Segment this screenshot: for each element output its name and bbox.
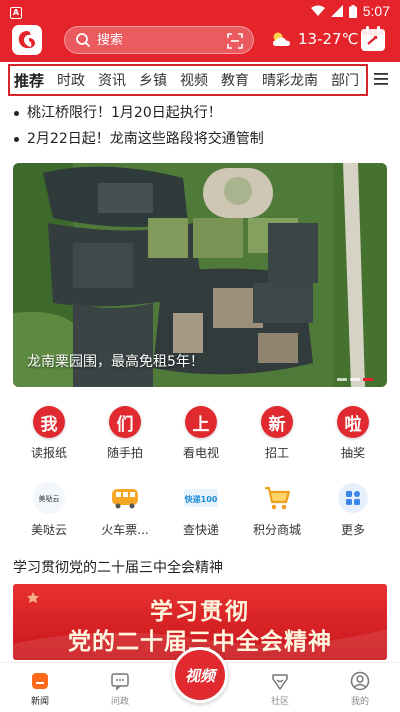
notification-badge: A [10, 7, 22, 19]
more-apps-icon [336, 481, 370, 515]
la-glyph-icon: 啦 [337, 406, 369, 438]
meidayun-logo-text: 美哒云 [39, 494, 60, 503]
search-icon [76, 33, 91, 48]
app-header: A 5:07 13-27℃ [0, 0, 400, 62]
menu-icon[interactable] [374, 72, 388, 86]
battery-icon [348, 4, 357, 18]
tab-video[interactable]: 视频 [180, 70, 208, 90]
men-glyph-icon: 们 [109, 406, 141, 438]
carousel-indicator [337, 378, 373, 381]
meidayun-logo-icon: 美哒云 [32, 481, 66, 515]
quick-express[interactable]: 快递100 查快递 [163, 481, 239, 544]
bullet-icon [14, 137, 19, 142]
headline-item[interactable]: 桃江桥限行！1月20日起执行！ [12, 104, 392, 130]
status-time: 5:07 [362, 3, 390, 19]
bullet-icon [14, 111, 19, 116]
quick-recruitment[interactable]: 新招工 [239, 406, 315, 469]
wenzheng-icon [111, 673, 129, 691]
carousel-dot [350, 378, 360, 381]
channel-tabs-box: 推荐 时政 资讯 乡镇 视频 教育 晴彩龙南 部门 [8, 64, 368, 96]
quick-label: 招工 [264, 446, 289, 460]
banner-carousel[interactable]: 龙南栗园围，最高免租5年！ [13, 163, 387, 387]
signal-icon [330, 5, 343, 17]
headline-text: 桃江桥限行！1月20日起执行！ [27, 105, 222, 121]
tab-recommend[interactable]: 推荐 [14, 70, 44, 94]
headline-text: 2月22日起！龙南这些路段将交通管制 [27, 131, 264, 147]
tab-education[interactable]: 教育 [221, 70, 249, 90]
wo-glyph-icon: 我 [33, 406, 65, 438]
bottom-navigation: 新闻 问政 视频 社区 我的 [0, 647, 400, 712]
quick-watch-tv[interactable]: 上看电视 [163, 406, 239, 469]
news-icon [32, 673, 48, 689]
nav-community[interactable]: 社区 [250, 671, 310, 707]
nav-video-button[interactable]: 视频 [172, 647, 228, 703]
quick-meidayun[interactable]: 美哒云 美哒云 [11, 481, 87, 544]
promo-line-1: 学习贯彻 [150, 599, 250, 625]
weather-temperature: 13-27℃ [298, 30, 359, 48]
quick-points-mall[interactable]: 积分商城 [239, 481, 315, 544]
quick-access-grid: 我读报纸 们随手拍 上看电视 新招工 啦抽奖 美哒云 美哒云 火车票... 快递… [11, 406, 391, 544]
quick-train-tickets[interactable]: 火车票... [87, 481, 163, 544]
scan-icon[interactable] [227, 33, 243, 49]
app-logo[interactable] [12, 25, 42, 55]
xin-glyph-icon: 新 [261, 406, 293, 438]
search-input[interactable] [97, 32, 217, 48]
quick-more[interactable]: 更多 [315, 481, 391, 544]
carousel-dot [337, 378, 347, 381]
quick-label: 看电视 [182, 446, 219, 460]
quick-label: 随手拍 [106, 446, 143, 460]
nav-news[interactable]: 新闻 [10, 671, 70, 707]
calendar-icon[interactable] [360, 26, 386, 52]
quick-label: 更多 [340, 523, 365, 537]
nav-label: 问政 [110, 697, 129, 707]
tab-politics[interactable]: 时政 [57, 70, 85, 90]
shang-glyph-icon: 上 [185, 406, 217, 438]
carousel-dot-active [363, 378, 373, 381]
channel-tabs: 推荐 时政 资讯 乡镇 视频 教育 晴彩龙南 部门 [0, 62, 400, 100]
search-bar[interactable] [64, 26, 254, 54]
tab-news[interactable]: 资讯 [98, 70, 126, 90]
status-bar: A 5:07 [0, 0, 400, 22]
headline-list: 桃江桥限行！1月20日起执行！ 2月22日起！龙南这些路段将交通管制 [12, 104, 392, 156]
wifi-icon [310, 5, 325, 16]
headline-item[interactable]: 2月22日起！龙南这些路段将交通管制 [12, 130, 392, 156]
tab-towns[interactable]: 乡镇 [139, 70, 167, 90]
quick-label: 火车票... [101, 523, 149, 537]
nav-label: 社区 [270, 697, 289, 707]
train-icon [108, 481, 142, 515]
shopping-cart-icon [260, 481, 294, 515]
quick-read-newspaper[interactable]: 我读报纸 [11, 406, 87, 469]
quick-label: 积分商城 [252, 523, 301, 537]
tab-qingcai-longnan[interactable]: 晴彩龙南 [262, 70, 318, 90]
nav-label: 新闻 [30, 697, 49, 707]
partly-cloudy-icon [273, 32, 290, 46]
app-logo-icon [18, 31, 35, 49]
quick-label: 美哒云 [30, 523, 67, 537]
nav-mine[interactable]: 我的 [330, 671, 390, 707]
express-logo-icon: 快递100 [184, 481, 218, 515]
tab-departments[interactable]: 部门 [331, 70, 359, 90]
weather-widget[interactable]: 13-27℃ [270, 30, 358, 48]
nav-label: 我的 [350, 697, 369, 707]
community-icon [272, 674, 288, 690]
profile-icon [350, 671, 370, 691]
quick-snapshot[interactable]: 们随手拍 [87, 406, 163, 469]
quick-label: 抽奖 [340, 446, 365, 460]
quick-label: 查快递 [182, 523, 219, 537]
nav-wenzheng[interactable]: 问政 [90, 671, 150, 707]
section-title: 学习贯彻党的二十届三中全会精神 [13, 560, 223, 576]
quick-lottery[interactable]: 啦抽奖 [315, 406, 391, 469]
banner-caption: 龙南栗园围，最高免租5年！ [27, 354, 204, 370]
quick-label: 读报纸 [30, 446, 67, 460]
express-logo-text: 快递100 [185, 494, 218, 504]
